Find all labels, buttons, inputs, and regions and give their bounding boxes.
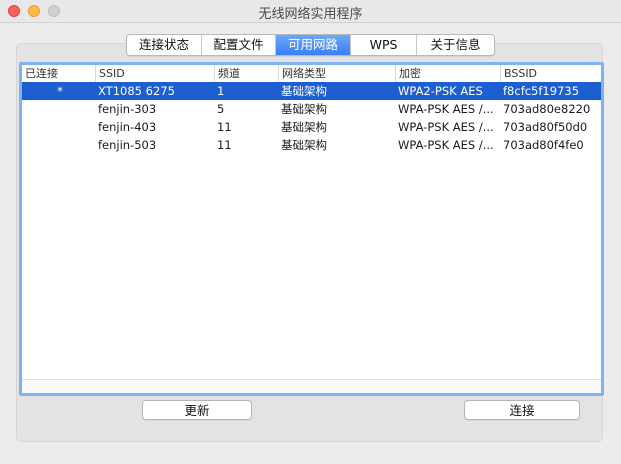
tab-available-networks[interactable]: 可用网路	[276, 35, 351, 55]
bssid-cell: 703ad80f4fe0	[503, 138, 584, 152]
column-header-bssid[interactable]: BSSID	[500, 65, 601, 82]
tab-wps[interactable]: WPS	[351, 35, 417, 55]
network-type-cell: 基础架构	[281, 138, 327, 152]
table-row[interactable]: * XT1085 6275 1 基础架构 WPA2-PSK AES f8cfc5…	[22, 82, 601, 100]
bssid-cell: 703ad80e8220	[503, 102, 591, 116]
ssid-cell: fenjin-303	[98, 102, 157, 116]
encryption-cell: WPA2-PSK AES	[398, 84, 483, 98]
column-header-ssid[interactable]: SSID	[95, 65, 214, 82]
table-row[interactable]: fenjin-503 11 基础架构 WPA-PSK AES /... 703a…	[22, 136, 601, 154]
tab-connection-status[interactable]: 连接状态	[127, 35, 202, 55]
table-row[interactable]: fenjin-303 5 基础架构 WPA-PSK AES /... 703ad…	[22, 100, 601, 118]
column-header-connected[interactable]: 已连接	[22, 65, 95, 82]
refresh-button[interactable]: 更新	[142, 400, 252, 420]
network-type-cell: 基础架构	[281, 120, 327, 134]
column-header-network-type[interactable]: 网络类型	[278, 65, 395, 82]
tab-bar: 连接状态 配置文件 可用网路 WPS 关于信息	[126, 34, 495, 56]
ssid-cell: fenjin-503	[98, 138, 157, 152]
channel-cell: 5	[217, 102, 225, 116]
channel-cell: 11	[217, 138, 232, 152]
connected-cell	[22, 100, 95, 118]
channel-cell: 1	[217, 84, 225, 98]
network-type-cell: 基础架构	[281, 102, 327, 116]
network-table[interactable]: 已连接 SSID 频道 网络类型 加密 BSSID * XT1085 6275 …	[19, 62, 604, 396]
ssid-cell: XT1085 6275	[98, 84, 175, 98]
connected-cell	[22, 118, 95, 136]
connect-button[interactable]: 连接	[464, 400, 580, 420]
ssid-cell: fenjin-403	[98, 120, 157, 134]
column-header-channel[interactable]: 频道	[214, 65, 278, 82]
encryption-cell: WPA-PSK AES /...	[398, 102, 494, 116]
app-window: 无线网络实用程序 连接状态 配置文件 可用网路 WPS 关于信息 已连接 SSI…	[0, 0, 621, 464]
encryption-cell: WPA-PSK AES /...	[398, 120, 494, 134]
table-row[interactable]: fenjin-403 11 基础架构 WPA-PSK AES /... 703a…	[22, 118, 601, 136]
connected-cell: *	[57, 84, 63, 98]
bssid-cell: f8cfc5f19735	[503, 84, 580, 98]
network-type-cell: 基础架构	[281, 84, 327, 98]
connected-cell	[22, 136, 95, 154]
window-title: 无线网络实用程序	[258, 7, 363, 22]
table-header: 已连接 SSID 频道 网络类型 加密 BSSID	[22, 65, 601, 83]
tab-about[interactable]: 关于信息	[417, 35, 494, 55]
title-bar[interactable]: 无线网络实用程序	[0, 0, 621, 23]
channel-cell: 11	[217, 120, 232, 134]
horizontal-scrollbar[interactable]	[22, 379, 601, 393]
column-header-encryption[interactable]: 加密	[395, 65, 500, 82]
encryption-cell: WPA-PSK AES /...	[398, 138, 494, 152]
bssid-cell: 703ad80f50d0	[503, 120, 588, 134]
tab-profiles[interactable]: 配置文件	[202, 35, 276, 55]
